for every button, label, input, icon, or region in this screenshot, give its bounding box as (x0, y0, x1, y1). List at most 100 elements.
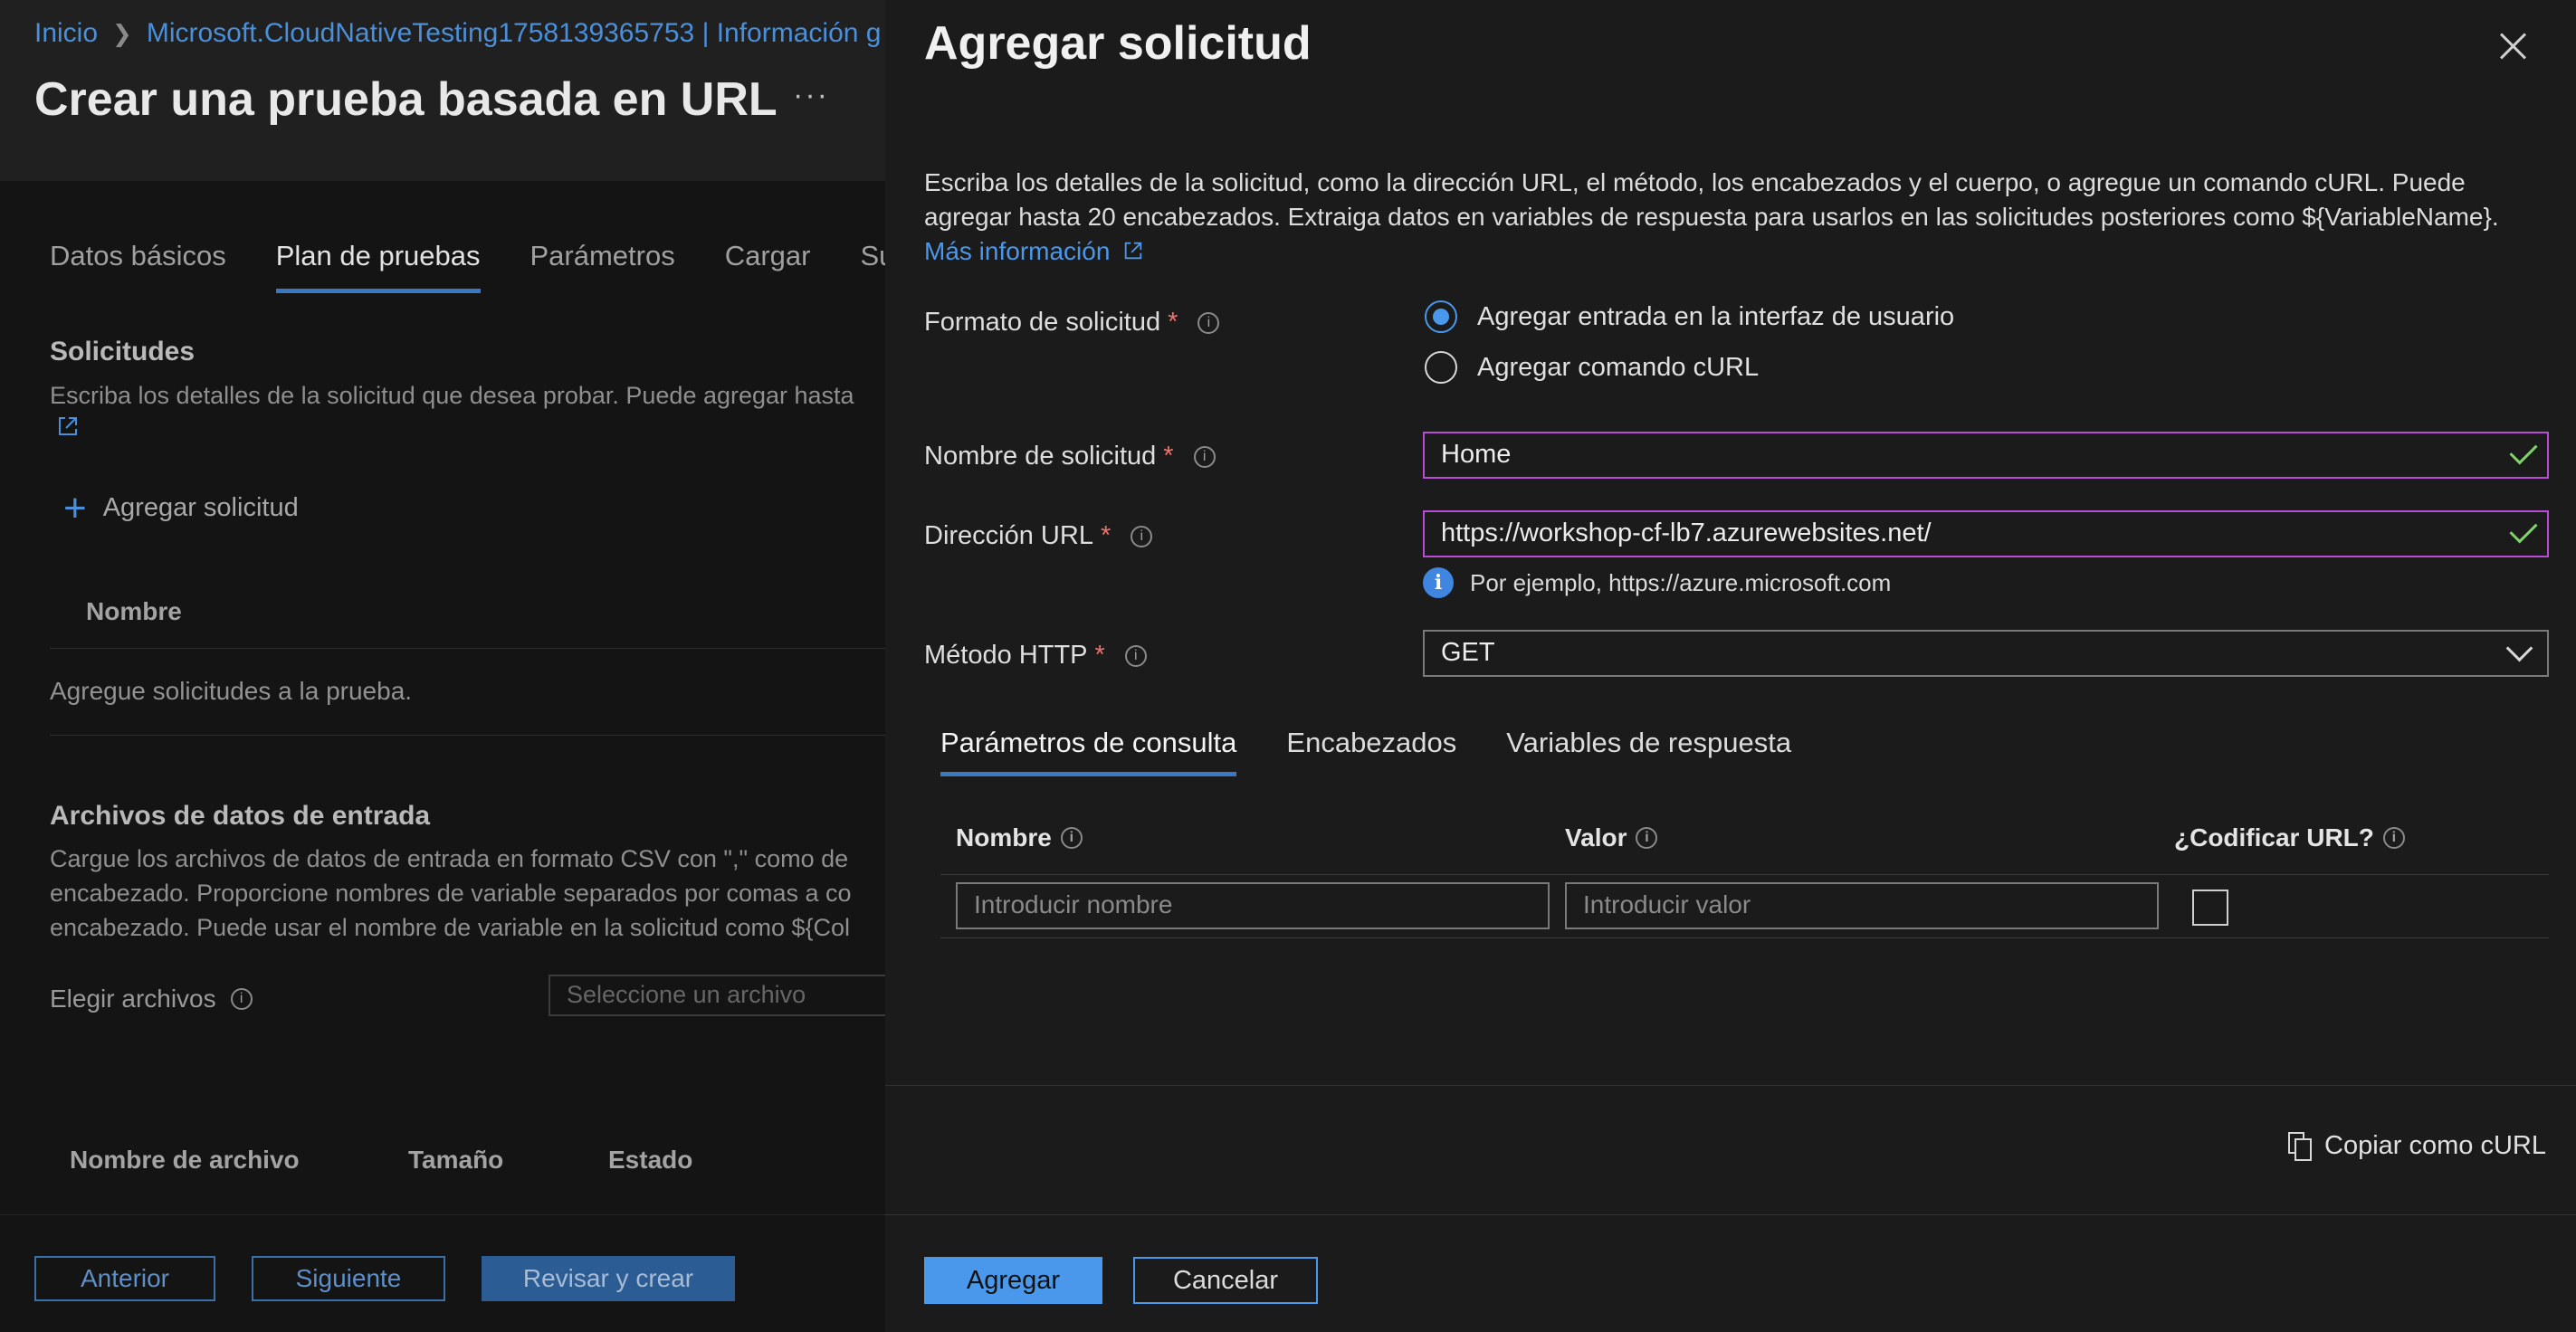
request-tabs: Parámetros de consulta Encabezados Varia… (940, 727, 1791, 776)
required-marker: * (1100, 521, 1111, 550)
divider (885, 1085, 2576, 1086)
col-value-header-text: Valor (1565, 823, 1627, 852)
requests-empty-message: Agregue solicitudes a la prueba. (50, 677, 413, 705)
method-label-text: Método HTTP (924, 641, 1088, 670)
request-name-label-text: Nombre de solicitud (924, 442, 1157, 471)
info-filled-icon: i (1423, 567, 1454, 598)
more-options-icon[interactable]: ··· (793, 78, 829, 113)
valid-check-icon (2509, 436, 2538, 465)
info-icon[interactable]: i (1060, 827, 1083, 849)
external-link-icon (1124, 242, 1142, 260)
encode-url-checkbox[interactable] (2192, 890, 2228, 926)
required-marker: * (1094, 641, 1105, 670)
tab-headers[interactable]: Encabezados (1286, 727, 1456, 776)
format-label-text: Formato de solicitud (924, 308, 1161, 337)
info-icon[interactable]: i (230, 988, 253, 1010)
copy-icon (2288, 1131, 2312, 1161)
param-value-input[interactable]: Introducir valor (1565, 882, 2159, 929)
wizard-footer: Anterior Siguiente Revisar y crear (34, 1256, 735, 1301)
external-link-icon[interactable] (56, 414, 80, 442)
requests-col-name: Nombre (86, 597, 182, 625)
choose-files-field: Elegir archivos i (50, 985, 253, 1013)
add-request-panel: Agregar solicitud Escriba los detalles d… (885, 0, 2576, 1332)
radio-selected[interactable] (1425, 300, 1457, 333)
method-dropdown[interactable]: GET (1423, 630, 2549, 677)
url-hint-text: Por ejemplo, https://azure.microsoft.com (1470, 568, 1892, 596)
plus-icon: + (63, 485, 87, 530)
breadcrumb-home[interactable]: Inicio (34, 18, 98, 48)
requests-section-title: Solicitudes (50, 337, 196, 366)
copy-curl-label: Copiar como cURL (2324, 1131, 2546, 1160)
close-icon[interactable] (2495, 27, 2531, 63)
learn-more-label: Más información (924, 237, 1111, 265)
format-option-curl-label: Agregar comando cURL (1477, 352, 1760, 382)
breadcrumb-resource[interactable]: Microsoft.CloudNativeTesting175813936575… (147, 18, 882, 48)
format-option-ui-label: Agregar entrada en la interfaz de usuari… (1477, 301, 1955, 331)
add-request-button[interactable]: + Agregar solicitud (63, 485, 299, 530)
panel-description-text: Escriba los detalles de la solicitud, co… (924, 168, 2499, 231)
choose-files-label: Elegir archivos (50, 985, 216, 1013)
divider (50, 735, 887, 736)
input-files-desc-3: encabezado. Puede usar el nombre de vari… (50, 914, 851, 941)
copy-curl-button[interactable]: Copiar como cURL (2288, 1131, 2546, 1161)
input-files-desc-1: Cargue los archivos de datos de entrada … (50, 845, 849, 872)
tab-response-variables[interactable]: Variables de respuesta (1506, 727, 1791, 776)
page-title: Crear una prueba basada en URL (34, 73, 778, 126)
breadcrumb: Inicio ❯ Microsoft.CloudNativeTesting17581… (34, 18, 881, 49)
url-input[interactable]: https://workshop-cf-lb7.azurewebsites.ne… (1423, 510, 2549, 557)
tab-load[interactable]: Cargar (725, 240, 811, 293)
method-label: Método HTTP * i (924, 641, 1147, 671)
required-marker: * (1163, 442, 1174, 471)
tab-basics[interactable]: Datos básicos (50, 240, 226, 293)
url-value: https://workshop-cf-lb7.azurewebsites.ne… (1441, 519, 1932, 547)
col-encode-header-text: ¿Codificar URL? (2174, 823, 2374, 852)
col-name-header-text: Nombre (956, 823, 1052, 852)
info-icon[interactable]: i (1197, 311, 1220, 334)
table-divider (940, 874, 2549, 875)
format-option-curl[interactable]: Agregar comando cURL (1425, 351, 1759, 384)
tab-parameters[interactable]: Parámetros (530, 240, 675, 293)
background-blade: Inicio ❯ Microsoft.CloudNativeTesting17581… (0, 0, 911, 1332)
info-icon[interactable]: i (1124, 644, 1147, 667)
table-divider (940, 937, 2549, 938)
files-col-status: Estado (608, 1146, 693, 1174)
col-encode-header: ¿Codificar URL? i (2174, 823, 2405, 852)
tab-query-params[interactable]: Parámetros de consulta (940, 727, 1237, 776)
col-name-header: Nombre i (956, 823, 1083, 852)
next-button[interactable]: Siguiente (252, 1256, 445, 1301)
tab-test-plan[interactable]: Plan de pruebas (275, 240, 481, 293)
input-files-title: Archivos de datos de entrada (50, 801, 431, 831)
files-col-name: Nombre de archivo (70, 1146, 300, 1174)
request-name-input[interactable]: Home (1423, 432, 2549, 479)
info-icon[interactable]: i (2382, 827, 2405, 849)
divider (885, 1214, 2576, 1215)
review-create-button[interactable]: Revisar y crear (482, 1256, 735, 1301)
add-button[interactable]: Agregar (924, 1257, 1102, 1304)
request-name-value: Home (1441, 440, 1512, 469)
required-marker: * (1168, 308, 1178, 337)
panel-title: Agregar solicitud (924, 17, 1312, 70)
chevron-down-icon (2505, 634, 2533, 662)
method-value: GET (1441, 638, 1495, 667)
previous-button[interactable]: Anterior (34, 1256, 215, 1301)
url-label: Dirección URL * i (924, 521, 1153, 551)
format-option-ui[interactable]: Agregar entrada en la interfaz de usuari… (1425, 300, 1954, 333)
request-name-label: Nombre de solicitud * i (924, 442, 1216, 471)
divider (50, 648, 887, 649)
param-name-input[interactable]: Introducir nombre (956, 882, 1550, 929)
format-label: Formato de solicitud * i (924, 308, 1220, 338)
learn-more-link[interactable]: Más información (924, 237, 1144, 265)
radio-unselected[interactable] (1425, 351, 1457, 384)
info-icon[interactable]: i (1131, 525, 1153, 547)
files-col-size: Tamaño (408, 1146, 504, 1174)
info-icon[interactable]: i (1636, 827, 1658, 849)
url-hint: i Por ejemplo, https://azure.microsoft.c… (1423, 567, 1891, 598)
add-request-label: Agregar solicitud (102, 493, 299, 522)
file-select-input[interactable]: Seleccione un archivo (549, 975, 892, 1016)
info-icon[interactable]: i (1193, 445, 1216, 468)
wizard-tabs: Datos básicos Plan de pruebas Parámetros… (50, 240, 911, 293)
cancel-button[interactable]: Cancelar (1133, 1257, 1318, 1304)
footer-divider (0, 1214, 887, 1215)
chevron-right-icon: ❯ (112, 20, 132, 47)
url-label-text: Dirección URL (924, 521, 1093, 550)
